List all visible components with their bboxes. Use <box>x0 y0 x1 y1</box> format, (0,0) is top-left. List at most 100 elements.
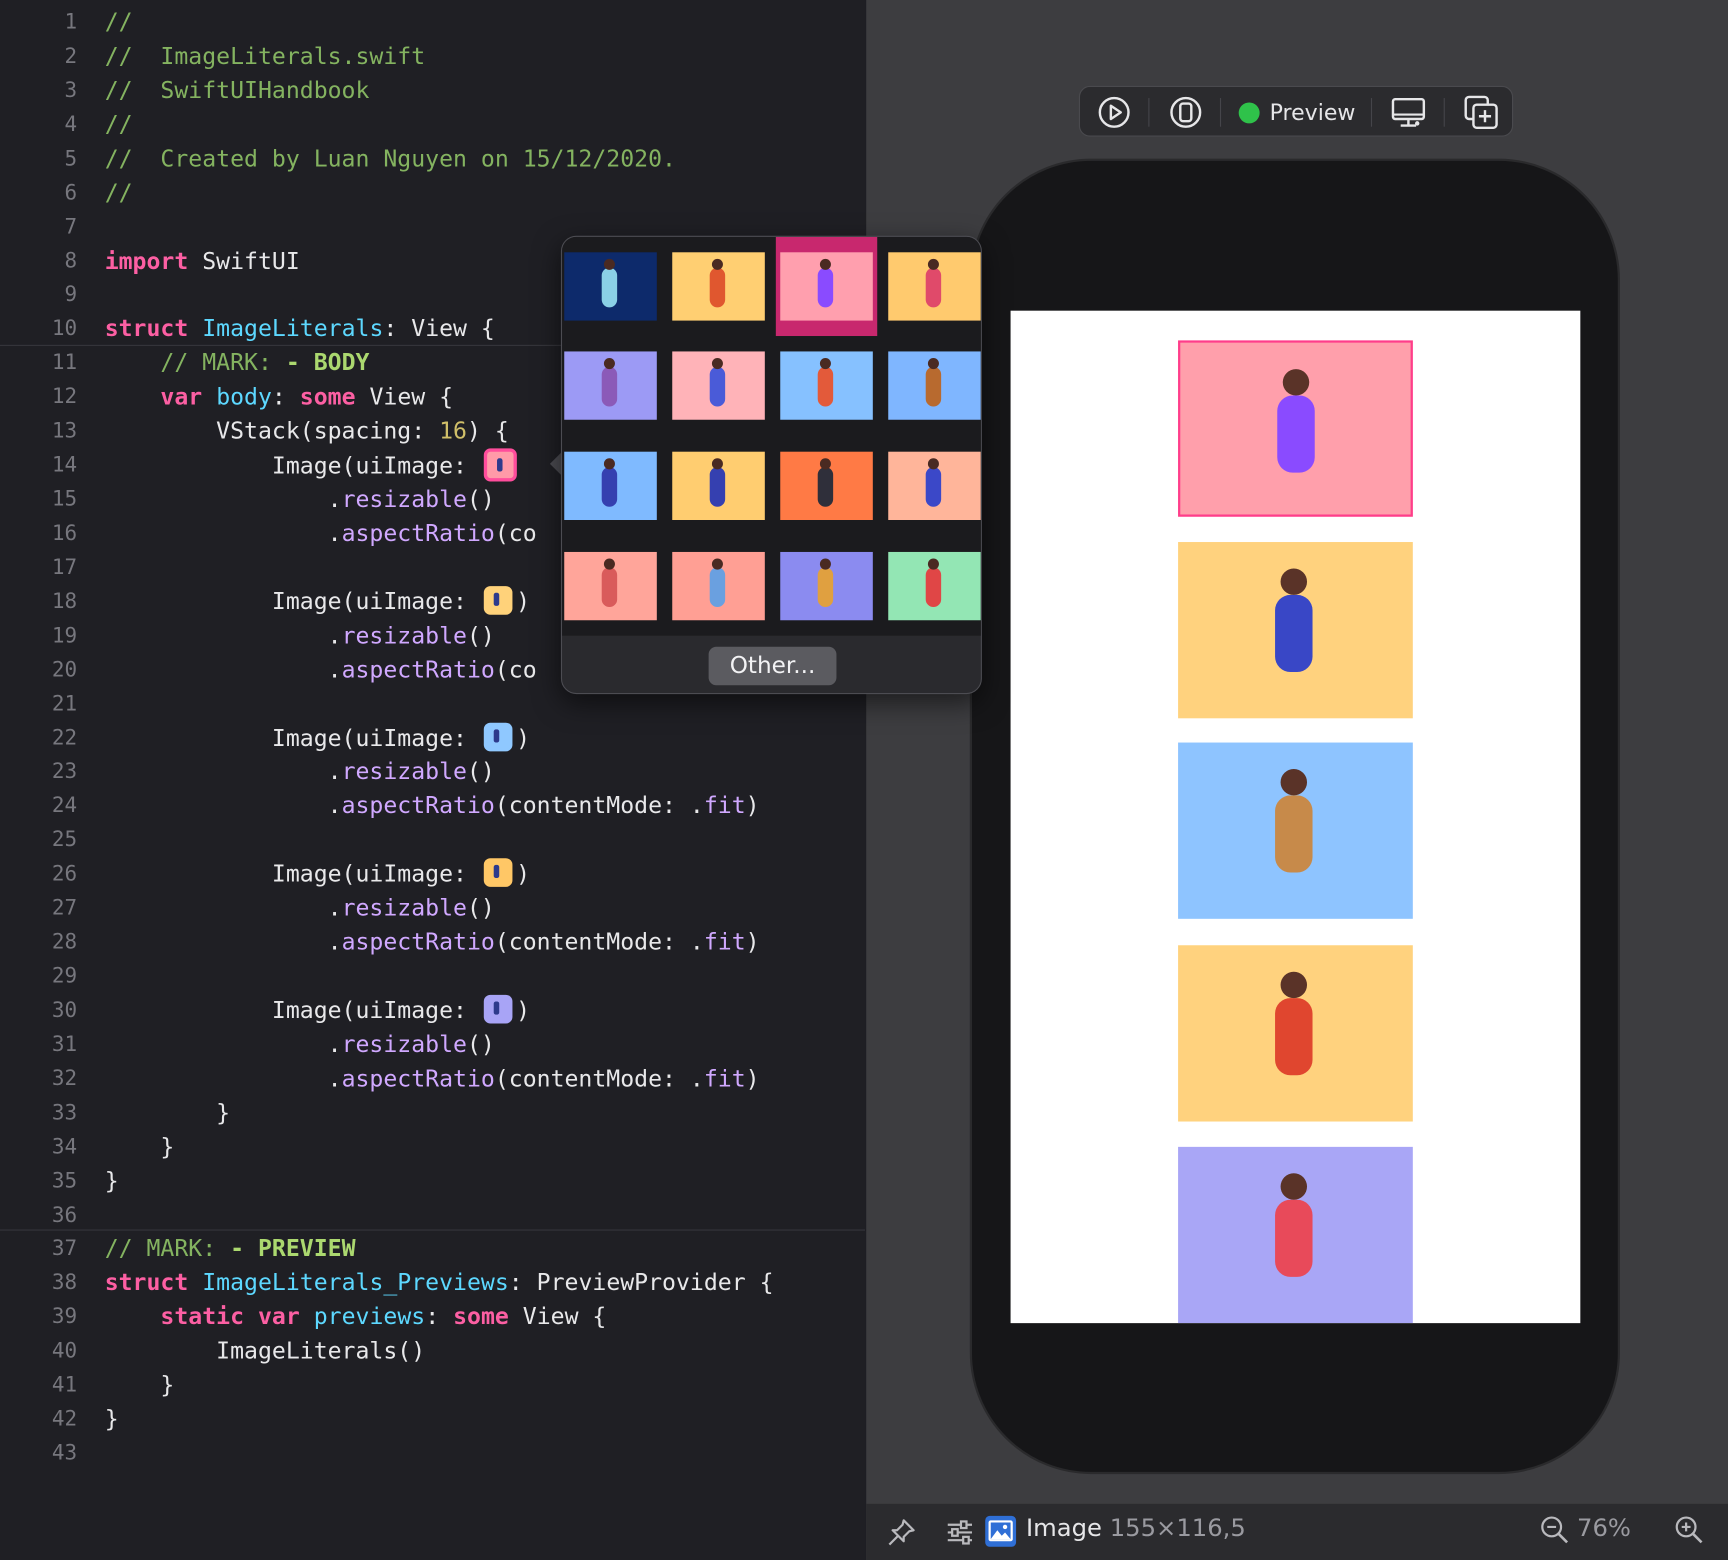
code-text: ImageLiterals() <box>105 1334 425 1368</box>
line-number: 24 <box>51 793 78 818</box>
other-button[interactable]: Other... <box>708 646 837 686</box>
live-preview-button[interactable] <box>1095 96 1132 129</box>
device-preview-button[interactable] <box>1167 96 1204 129</box>
image-tile[interactable] <box>888 551 981 621</box>
code-line[interactable]: 35} <box>0 1164 865 1198</box>
element-size-label: 155×116,5 <box>1109 1514 1246 1543</box>
code-line[interactable]: 4 // <box>0 108 865 142</box>
code-line[interactable]: 31 .resizable() <box>0 1028 865 1062</box>
code-text: // MARK: - BODY <box>105 346 369 380</box>
image-tile[interactable] <box>672 252 765 321</box>
code-text: .resizable() <box>105 1028 495 1062</box>
tile-figure-head <box>819 458 831 470</box>
image-literal-thumbnail[interactable] <box>484 858 513 888</box>
preview-image[interactable] <box>1178 542 1413 719</box>
image-literal-picker: Other... <box>560 235 982 695</box>
code-token: : <box>425 1303 454 1331</box>
line-number: 17 <box>51 555 78 580</box>
code-line[interactable]: 41 } <box>0 1369 865 1403</box>
code-token: (co <box>494 519 537 547</box>
code-token: Image(uiImage: <box>104 996 481 1024</box>
code-text: // <box>105 108 133 142</box>
code-text: .resizable() <box>105 755 495 789</box>
preview-image[interactable] <box>1178 742 1413 919</box>
code-line[interactable]: 27 .resizable() <box>0 891 865 925</box>
image-tile[interactable] <box>780 351 873 420</box>
image-tile[interactable] <box>780 252 873 321</box>
code-token: VStack(spacing: <box>104 417 440 445</box>
image-literal-thumbnail[interactable] <box>484 585 513 615</box>
image-tile[interactable] <box>564 252 657 321</box>
code-token: View { <box>508 1303 607 1331</box>
image-tile[interactable] <box>564 551 657 621</box>
image-tile[interactable] <box>564 351 657 420</box>
code-line[interactable]: 30 Image(uiImage: ) <box>0 994 865 1028</box>
code-token: . <box>104 894 342 922</box>
code-line[interactable]: 24 .aspectRatio(contentMode: .fit) <box>0 789 865 823</box>
zoom-out-button[interactable] <box>1540 1515 1571 1550</box>
line-number: 32 <box>51 1066 78 1091</box>
code-token: // Created by Luan Nguyen on 15/12/2020. <box>104 145 676 172</box>
code-line[interactable]: 28 .aspectRatio(contentMode: .fit) <box>0 926 865 960</box>
code-line[interactable]: 40 ImageLiterals() <box>0 1334 865 1368</box>
duplicate-preview-button[interactable] <box>1461 95 1501 130</box>
image-literal-thumbnail[interactable] <box>484 448 518 482</box>
code-line[interactable]: 1 // <box>0 6 865 40</box>
image-tile[interactable] <box>888 252 981 321</box>
line-number: 27 <box>51 895 78 921</box>
code-token: // ImageLiterals.swift <box>104 42 426 70</box>
image-tile[interactable] <box>780 551 873 621</box>
code-text: VStack(spacing: 16) { <box>105 414 509 448</box>
code-line[interactable]: 26 Image(uiImage: ) <box>0 857 865 891</box>
code-line[interactable]: 2 // ImageLiterals.swift <box>0 40 865 74</box>
code-line[interactable]: 3 // SwiftUIHandbook <box>0 74 865 108</box>
image-tile[interactable] <box>888 451 981 520</box>
image-literal-thumbnail[interactable] <box>484 994 513 1024</box>
code-line[interactable]: 36 <box>0 1198 865 1232</box>
pin-button[interactable] <box>886 1517 917 1552</box>
code-line[interactable]: 32 .aspectRatio(contentMode: .fit) <box>0 1062 865 1096</box>
tile-figure-head <box>927 458 939 470</box>
preview-settings-button[interactable] <box>1389 96 1429 129</box>
image-tile[interactable] <box>780 451 873 520</box>
code-line[interactable]: 6 // <box>0 176 865 210</box>
image-tile[interactable] <box>564 451 657 520</box>
preview-mode-button[interactable]: Preview <box>1236 96 1357 129</box>
line-number: 33 <box>51 1100 78 1125</box>
preview-image[interactable] <box>1178 945 1413 1122</box>
code-line[interactable]: 33 } <box>0 1096 865 1130</box>
code-token: } <box>104 1405 119 1433</box>
zoom-in-button[interactable] <box>1674 1515 1705 1550</box>
code-line[interactable]: 37 // MARK: - PREVIEW <box>0 1232 865 1266</box>
code-token: ImageLiterals <box>202 315 384 342</box>
image-grid <box>562 236 981 636</box>
code-text: .aspectRatio(co <box>105 653 537 687</box>
image-tile[interactable] <box>672 351 765 420</box>
preview-image[interactable] <box>1178 1146 1413 1324</box>
code-line[interactable]: 25 <box>0 823 865 857</box>
code-line[interactable]: 42} <box>0 1403 865 1437</box>
image-tile[interactable] <box>888 351 981 420</box>
code-line[interactable]: 43 <box>0 1437 865 1471</box>
code-line[interactable]: 23 .resizable() <box>0 755 865 789</box>
preview-image[interactable] <box>1178 340 1413 517</box>
code-token: ) <box>516 724 531 751</box>
tile-figure <box>709 567 726 608</box>
inspector-button[interactable] <box>944 1517 975 1552</box>
image-tile[interactable] <box>672 451 765 520</box>
code-line[interactable]: 34 } <box>0 1130 865 1164</box>
code-token: ) { <box>466 417 509 445</box>
code-line[interactable]: 39 static var previews: some View { <box>0 1300 865 1334</box>
code-line[interactable]: 29 <box>0 960 865 994</box>
code-line[interactable]: 38 struct ImageLiterals_Previews: Preview… <box>0 1266 865 1300</box>
code-line[interactable]: 5 // Created by Luan Nguyen on 15/12/2020… <box>0 142 865 176</box>
image-tile[interactable] <box>672 551 765 621</box>
line-number: 22 <box>51 725 78 750</box>
code-text: .resizable() <box>105 619 495 653</box>
line-number: 26 <box>51 861 78 887</box>
image-literal-thumbnail[interactable] <box>484 722 513 751</box>
line-number: 29 <box>51 964 78 989</box>
code-line[interactable]: 22 Image(uiImage: ) <box>0 721 865 755</box>
code-editor[interactable]: 1 // 2 // ImageLiterals.swift 3 // SwiftUIHan… <box>0 0 866 1560</box>
tile-figure-head <box>603 358 615 370</box>
